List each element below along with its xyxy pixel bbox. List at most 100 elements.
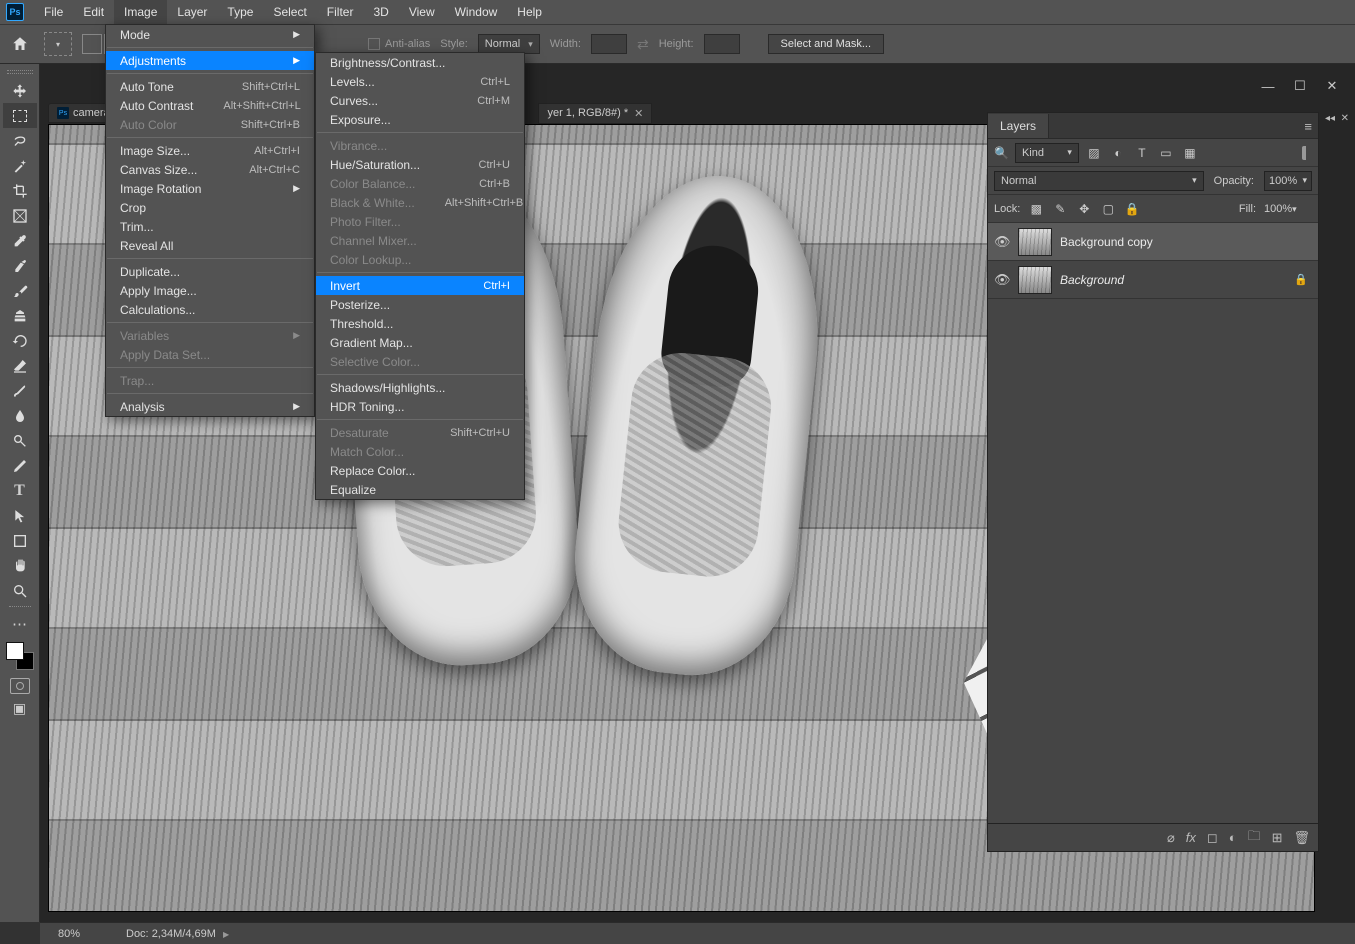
visibility-toggle-icon[interactable]: 👁 — [994, 234, 1010, 250]
path-selection-tool-icon[interactable] — [3, 503, 37, 528]
menu-crop[interactable]: Crop — [106, 198, 314, 217]
dodge-tool-icon[interactable] — [3, 428, 37, 453]
menu-desaturate[interactable]: DesaturateShift+Ctrl+U — [316, 423, 524, 442]
menu-window[interactable]: Window — [445, 0, 508, 24]
fill-input[interactable]: 100%▾ — [1264, 203, 1312, 215]
eyedropper-tool-icon[interactable] — [3, 228, 37, 253]
layer-row[interactable]: 👁 Background 🔒 — [988, 261, 1318, 299]
document-size[interactable]: Doc: 2,34M/4,69M ▶ — [126, 928, 229, 940]
lasso-tool-icon[interactable] — [3, 128, 37, 153]
selection-new-icon[interactable] — [82, 34, 102, 54]
clone-stamp-tool-icon[interactable] — [3, 303, 37, 328]
menu-trap[interactable]: Trap... — [106, 371, 314, 390]
layer-thumbnail[interactable] — [1018, 266, 1052, 294]
magic-wand-tool-icon[interactable] — [3, 153, 37, 178]
crop-tool-icon[interactable] — [3, 178, 37, 203]
menu-apply-image[interactable]: Apply Image... — [106, 281, 314, 300]
zoom-tool-icon[interactable] — [3, 578, 37, 603]
layer-name[interactable]: Background — [1060, 273, 1124, 287]
link-wh-icon[interactable]: ⇄ — [637, 36, 649, 53]
more-tools-divider[interactable] — [9, 606, 31, 608]
filter-type-icon[interactable]: T — [1133, 144, 1151, 162]
menu-image-rotation[interactable]: Image Rotation▶ — [106, 179, 314, 198]
screen-mode-icon[interactable]: ▣ — [13, 700, 26, 717]
menu-filter[interactable]: Filter — [317, 0, 364, 24]
new-layer-icon[interactable]: ⊞ — [1272, 830, 1283, 846]
eraser-tool-icon[interactable] — [3, 353, 37, 378]
layer-row[interactable]: 👁 Background copy — [988, 223, 1318, 261]
menu-file[interactable]: File — [34, 0, 73, 24]
menu-curves[interactable]: Curves...Ctrl+M — [316, 91, 524, 110]
layer-thumbnail[interactable] — [1018, 228, 1052, 256]
menu-color-balance[interactable]: Color Balance...Ctrl+B — [316, 174, 524, 193]
layers-tab[interactable]: Layers — [988, 114, 1049, 138]
menu-reveal-all[interactable]: Reveal All — [106, 236, 314, 255]
menu-edit[interactable]: Edit — [73, 0, 114, 24]
hand-tool-icon[interactable] — [3, 553, 37, 578]
layer-name[interactable]: Background copy — [1060, 235, 1153, 249]
marquee-tool-preset-icon[interactable]: ▾ — [44, 32, 72, 56]
lock-pixels-icon[interactable]: ✎ — [1052, 201, 1068, 217]
close-icon[interactable]: ✕ — [634, 107, 643, 120]
menu-calculations[interactable]: Calculations... — [106, 300, 314, 319]
menu-selective-color[interactable]: Selective Color... — [316, 352, 524, 371]
panel-grip[interactable] — [7, 70, 33, 74]
zoom-level[interactable]: 80% — [58, 928, 108, 940]
opacity-input[interactable]: 100%▾ — [1264, 171, 1312, 191]
gradient-tool-icon[interactable] — [3, 378, 37, 403]
panel-collapse-icon[interactable]: ◂◂ ✕ — [1319, 106, 1355, 130]
menu-duplicate[interactable]: Duplicate... — [106, 262, 314, 281]
menu-match-color[interactable]: Match Color... — [316, 442, 524, 461]
panel-menu-icon[interactable]: ≡ — [1304, 119, 1312, 134]
edit-toolbar-icon[interactable]: ⋯ — [3, 611, 37, 636]
lock-transparency-icon[interactable]: ▩ — [1028, 201, 1044, 217]
menu-type[interactable]: Type — [217, 0, 263, 24]
home-icon[interactable] — [6, 30, 34, 58]
menu-black-white[interactable]: Black & White...Alt+Shift+Ctrl+B — [316, 193, 524, 212]
lock-position-icon[interactable]: ✥ — [1076, 201, 1092, 217]
menu-variables[interactable]: Variables▶ — [106, 326, 314, 345]
menu-replace-color[interactable]: Replace Color... — [316, 461, 524, 480]
move-tool-icon[interactable] — [3, 78, 37, 103]
menu-color-lookup[interactable]: Color Lookup... — [316, 250, 524, 269]
lock-artboard-icon[interactable]: ▢ — [1100, 201, 1116, 217]
frame-tool-icon[interactable] — [3, 203, 37, 228]
menu-view[interactable]: View — [399, 0, 445, 24]
menu-help[interactable]: Help — [507, 0, 552, 24]
menu-photo-filter[interactable]: Photo Filter... — [316, 212, 524, 231]
menu-layer[interactable]: Layer — [167, 0, 217, 24]
blur-tool-icon[interactable] — [3, 403, 37, 428]
marquee-tool-icon[interactable] — [3, 103, 37, 128]
anti-alias-checkbox[interactable]: Anti-alias — [368, 38, 430, 50]
menu-adjustments[interactable]: Adjustments▶ — [106, 51, 314, 70]
menu-invert[interactable]: InvertCtrl+I — [316, 276, 524, 295]
menu-levels[interactable]: Levels...Ctrl+L — [316, 72, 524, 91]
layer-filter-kind-dropdown[interactable]: Kind▾ — [1015, 143, 1079, 163]
menu-exposure[interactable]: Exposure... — [316, 110, 524, 129]
menu-shadows-highlights[interactable]: Shadows/Highlights... — [316, 378, 524, 397]
menu-canvas-size[interactable]: Canvas Size...Alt+Ctrl+C — [106, 160, 314, 179]
filter-smart-icon[interactable]: ▦ — [1181, 144, 1199, 162]
width-input[interactable] — [591, 34, 627, 54]
menu-channel-mixer[interactable]: Channel Mixer... — [316, 231, 524, 250]
color-swatches[interactable] — [6, 642, 34, 670]
visibility-toggle-icon[interactable]: 👁 — [994, 272, 1010, 288]
window-minimize-icon[interactable]: — — [1259, 79, 1277, 93]
lock-all-icon[interactable]: 🔒 — [1124, 201, 1140, 217]
menu-3d[interactable]: 3D — [363, 0, 398, 24]
menu-apply-data-set[interactable]: Apply Data Set... — [106, 345, 314, 364]
menu-trim[interactable]: Trim... — [106, 217, 314, 236]
group-icon[interactable]: 🗀 — [1248, 827, 1261, 849]
window-maximize-icon[interactable]: ☐ — [1291, 79, 1309, 93]
menu-auto-color[interactable]: Auto ColorShift+Ctrl+B — [106, 115, 314, 134]
pen-tool-icon[interactable] — [3, 453, 37, 478]
filter-pixel-icon[interactable]: ▨ — [1085, 144, 1103, 162]
style-dropdown[interactable]: Normal▾ — [478, 34, 540, 54]
menu-hue-saturation[interactable]: Hue/Saturation...Ctrl+U — [316, 155, 524, 174]
document-tab[interactable]: yer 1, RGB/8#) * ✕ — [538, 103, 652, 124]
blend-mode-dropdown[interactable]: Normal▾ — [994, 171, 1204, 191]
delete-layer-icon[interactable]: 🗑 — [1293, 830, 1310, 846]
menu-auto-tone[interactable]: Auto ToneShift+Ctrl+L — [106, 77, 314, 96]
type-tool-icon[interactable]: T — [3, 478, 37, 503]
menu-vibrance[interactable]: Vibrance... — [316, 136, 524, 155]
